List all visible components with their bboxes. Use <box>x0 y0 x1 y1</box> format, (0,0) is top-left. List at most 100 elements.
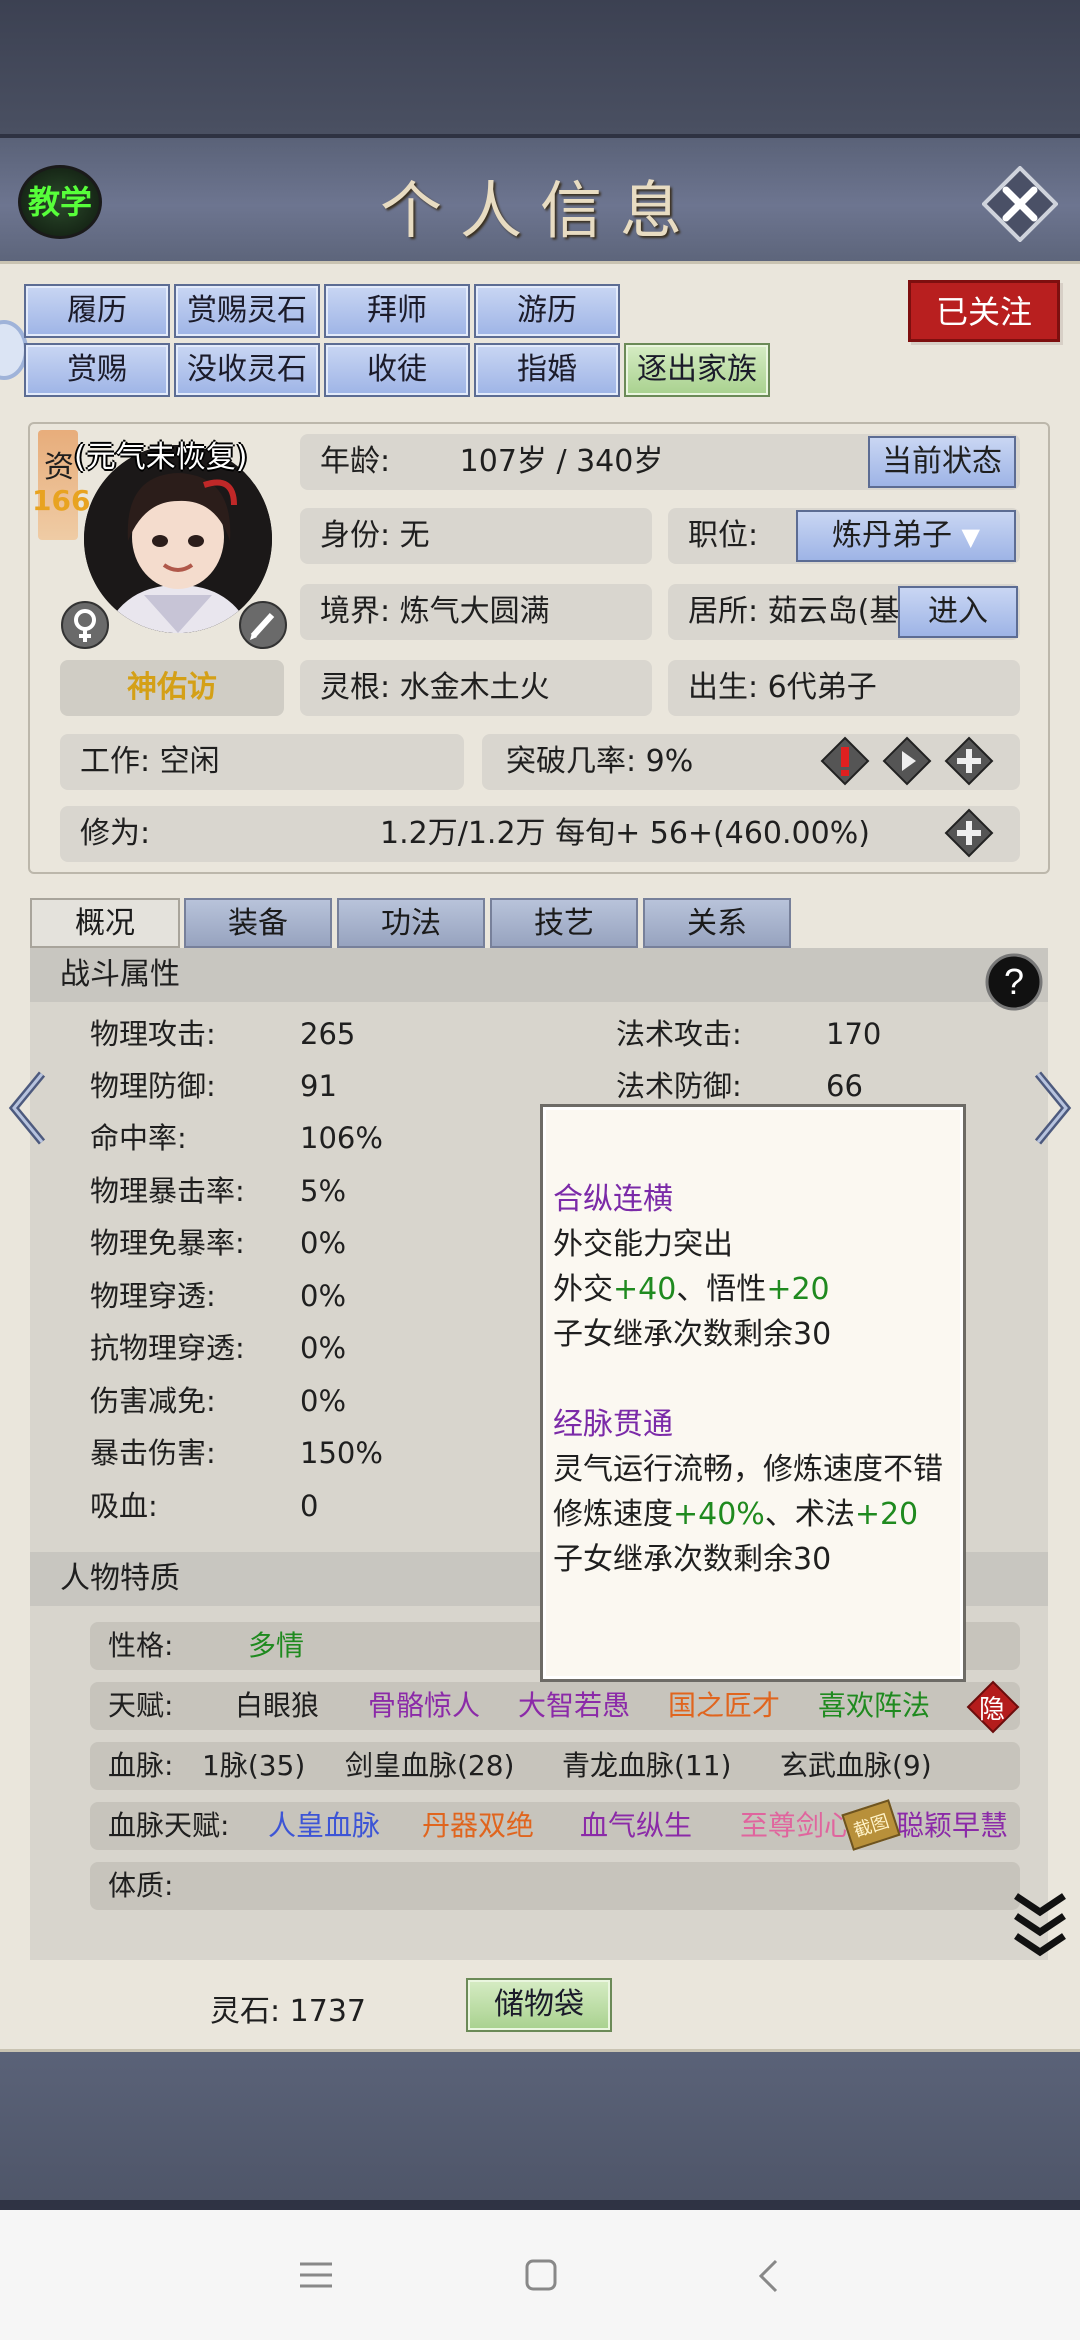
svg-text:?: ? <box>1004 961 1024 1002</box>
talent-item[interactable]: 喜欢阵法 <box>818 1682 930 1730</box>
stat-row: 抗物理穿透: 0% <box>90 1331 347 1365</box>
tooltip-talent-desc: 外交能力突出 <box>553 1227 733 1262</box>
prev-character-arrow[interactable] <box>6 1068 50 1148</box>
tab-overview[interactable]: 概况 <box>30 898 180 948</box>
stat-row: 法术防御: 66 <box>616 1069 863 1103</box>
stat-row: 法术攻击: 170 <box>616 1017 882 1051</box>
tutorial-button[interactable]: 教学 <box>18 165 102 239</box>
blood-talent-item[interactable]: 丹器双绝 <box>422 1802 534 1850</box>
personality-label: 性格: <box>108 1629 174 1662</box>
bloodline-item: 剑皇血脉(28) <box>345 1749 515 1782</box>
blood-talent-item[interactable]: 人皇血脉 <box>268 1802 380 1850</box>
system-nav-bar <box>0 2210 1080 2340</box>
position-label: 职位: <box>688 518 759 553</box>
stat-row: 物理免暴率: 0% <box>90 1226 347 1260</box>
tooltip-talent-inherit: 子女继承次数剩余30 <box>553 1317 832 1352</box>
expel-family-button[interactable]: 逐出家族 <box>624 343 770 397</box>
chevron-left-icon <box>8 1071 46 1145</box>
next-character-arrow[interactable] <box>1030 1068 1074 1148</box>
home-nav-icon[interactable] <box>524 2258 558 2292</box>
close-button[interactable] <box>981 165 1059 243</box>
stat-row: 暴击伤害: 150% <box>90 1436 383 1470</box>
talent-label: 天赋: <box>108 1689 174 1722</box>
bloodline-item: 1脉(35) <box>202 1749 306 1782</box>
age-value: 107岁 / 340岁 <box>459 444 664 479</box>
aptitude-value: 166 <box>32 484 91 517</box>
stat-row: 伤害减免: 0% <box>90 1384 347 1418</box>
age-label: 年龄: <box>320 444 391 479</box>
help-button[interactable]: ? <box>984 952 1044 1012</box>
current-state-button[interactable]: 当前状态 <box>868 436 1016 488</box>
talent-item[interactable]: 白眼狼 <box>235 1682 319 1730</box>
tooltip-talent-desc: 灵气运行流畅，修炼速度不错 <box>553 1452 943 1487</box>
reward-button[interactable]: 赏赐 <box>24 343 170 397</box>
take-disciple-button[interactable]: 收徒 <box>324 343 470 397</box>
arrange-marriage-button[interactable]: 指婚 <box>474 343 620 397</box>
cultivation-label: 修为: <box>80 816 151 851</box>
gender-icon <box>60 600 110 650</box>
stat-row: 物理暴击率: 5% <box>90 1174 347 1208</box>
question-icon: ? <box>985 953 1043 1011</box>
blood-talent-item[interactable]: 聪颖早慧 <box>896 1802 1008 1850</box>
play-icon[interactable] <box>882 736 932 786</box>
status-area <box>0 0 1080 134</box>
tooltip-talent-inherit: 子女继承次数剩余30 <box>553 1542 832 1577</box>
character-name: 神佑访 <box>60 660 284 716</box>
tooltip-talent-title: 经脉贯通 <box>553 1407 673 1442</box>
close-icon <box>981 165 1059 243</box>
history-button[interactable]: 履历 <box>24 284 170 338</box>
root-field: 灵根: 水金木土火 <box>300 660 652 716</box>
talent-item[interactable]: 骨骼惊人 <box>368 1682 480 1730</box>
add-icon[interactable] <box>944 736 994 786</box>
cultivation-add-icon[interactable] <box>944 808 994 858</box>
confiscate-stone-button[interactable]: 没收灵石 <box>174 343 320 397</box>
storage-bag-button[interactable]: 储物袋 <box>466 1978 612 2032</box>
stat-row: 物理穿透: 0% <box>90 1279 347 1313</box>
back-nav-icon[interactable] <box>756 2258 780 2294</box>
tab-equipment[interactable]: 装备 <box>184 898 332 948</box>
apprentice-button[interactable]: 拜师 <box>324 284 470 338</box>
status-note: (元气未恢复) <box>74 440 248 475</box>
bloodline-label: 血脉: <box>108 1749 174 1782</box>
travel-button[interactable]: 游历 <box>474 284 620 338</box>
enter-button[interactable]: 进入 <box>898 586 1018 638</box>
physique-row: 体质: <box>90 1862 1020 1910</box>
talent-item[interactable]: 国之匠才 <box>668 1682 780 1730</box>
rename-pencil-icon[interactable] <box>238 600 288 650</box>
expand-down-button[interactable] <box>1012 1890 1068 1960</box>
alert-icon[interactable] <box>820 736 870 786</box>
aptitude-label: 资 <box>44 450 74 485</box>
talent-row: 天赋: 白眼狼 骨骼惊人 大智若愚 国之匠才 喜欢阵法 <box>90 1682 1020 1730</box>
spirit-stone-count: 灵石: 1737 <box>210 1994 366 2029</box>
stat-row: 吸血: 0 <box>90 1489 319 1523</box>
reward-stone-button[interactable]: 赏赐灵石 <box>174 284 320 338</box>
follow-button[interactable]: 已关注 <box>908 280 1060 342</box>
blood-talent-item[interactable]: 至尊剑心 <box>740 1802 852 1850</box>
double-chevron-down-icon <box>1014 1893 1066 1957</box>
birth-field: 出生: 6代弟子 <box>668 660 1020 716</box>
bloodline-row: 血脉: 1脉(35) 剑皇血脉(28) 青龙血脉(11) 玄武血脉(9) <box>90 1742 1020 1790</box>
position-value: 炼丹弟子 <box>831 518 952 553</box>
bloodline-item: 青龙血脉(11) <box>562 1749 732 1782</box>
cultivation-value: 1.2万/1.2万 每旬+ 56+(460.00%) <box>380 816 870 851</box>
chevron-down-icon: ▼ <box>961 523 980 551</box>
tooltip-talent-title: 合纵连横 <box>553 1182 673 1217</box>
stat-row: 命中率: 106% <box>90 1121 383 1155</box>
talent-item[interactable]: 大智若愚 <box>518 1682 630 1730</box>
position-dropdown[interactable]: 炼丹弟子 ▼ <box>796 510 1016 562</box>
tab-techniques[interactable]: 功法 <box>337 898 485 948</box>
talent-tooltip: 合纵连横 外交能力突出 外交+40、悟性+20 子女继承次数剩余30 经脉贯通 … <box>540 1104 966 1682</box>
cultivation-field: 修为: 1.2万/1.2万 每旬+ 56+(460.00%) <box>60 806 1020 862</box>
blood-talent-item[interactable]: 血气纵生 <box>580 1802 692 1850</box>
physique-label: 体质: <box>108 1869 174 1902</box>
hidden-toggle-button[interactable]: 隐 <box>966 1680 1020 1734</box>
blood-talent-label: 血脉天赋: <box>108 1809 230 1842</box>
page-title: 个人信息 <box>379 174 700 247</box>
stat-row: 物理防御: 91 <box>90 1069 337 1103</box>
tab-relations[interactable]: 关系 <box>643 898 791 948</box>
chevron-right-icon <box>1034 1071 1072 1145</box>
work-field: 工作: 空闲 <box>60 734 464 790</box>
tab-skills[interactable]: 技艺 <box>490 898 638 948</box>
bloodline-item: 玄武血脉(9) <box>780 1749 932 1782</box>
menu-nav-icon[interactable] <box>298 2260 334 2290</box>
